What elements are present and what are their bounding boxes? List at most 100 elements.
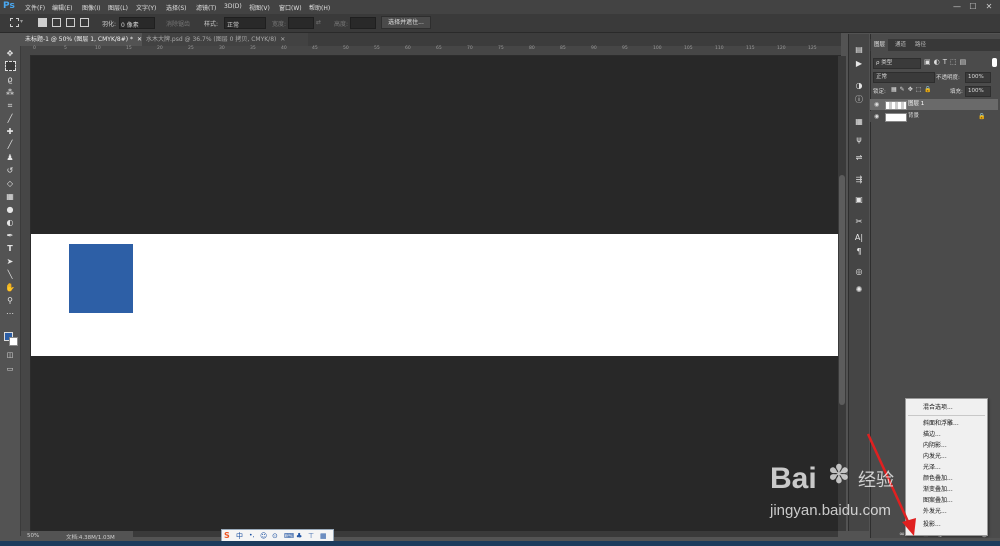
height-input[interactable] (350, 17, 376, 29)
properties-panel-icon[interactable]: ⇌ (853, 152, 865, 164)
document-canvas[interactable] (31, 234, 838, 356)
fill-input[interactable]: 100% (965, 86, 991, 97)
more-tools-icon[interactable]: ⋯ (4, 308, 16, 319)
menu-help[interactable]: 帮助(H) (309, 3, 330, 12)
menu-view[interactable]: 视图(V) (249, 3, 270, 12)
menu-select[interactable]: 选择(S) (166, 3, 187, 12)
dodge-tool-icon[interactable]: ◐ (4, 217, 16, 228)
maximize-button[interactable]: ☐ (966, 1, 980, 12)
tab-layers[interactable]: 图层 (871, 39, 889, 51)
chevron-down-icon[interactable]: ▾ (20, 18, 23, 25)
actions-panel-icon[interactable]: ▶ (853, 58, 865, 70)
tab-untitled-1[interactable]: 未标题-1 @ 50% (图层 1, CMYK/8#) * ✕ (21, 33, 147, 46)
path-selection-tool-icon[interactable]: ➤ (4, 256, 16, 267)
emoji-icon[interactable]: ☺ (260, 531, 267, 541)
vertical-scroll-thumb[interactable] (839, 175, 845, 405)
tool-presets-panel-icon[interactable]: ✂ (853, 216, 865, 228)
paragraph-panel-icon[interactable]: ¶ (853, 246, 865, 258)
lasso-tool-icon[interactable]: ϱ (4, 74, 16, 85)
menu-bevel-emboss[interactable]: 斜面和浮雕... (906, 418, 987, 429)
eyedropper-tool-icon[interactable]: ╱ (4, 113, 16, 124)
add-selection-icon[interactable] (52, 18, 61, 27)
sogou-logo[interactable]: S (224, 531, 230, 541)
glyphs-panel-icon[interactable]: ✺ (853, 284, 865, 296)
marquee-tool-icon[interactable] (5, 61, 16, 71)
crop-tool-icon[interactable]: ⌗ (4, 100, 16, 111)
skin-icon[interactable]: ♣ (296, 531, 302, 541)
blur-tool-icon[interactable]: ● (4, 204, 16, 215)
zoom-level[interactable]: 50% (27, 533, 39, 539)
menu-filter[interactable]: 滤镜(T) (196, 3, 216, 12)
background-color-swatch[interactable] (9, 337, 18, 346)
layer-row-layer1[interactable]: ◉ 图层 1 (870, 99, 998, 110)
select-and-mask-button[interactable]: 选择并遮住... (381, 16, 431, 29)
lock-icons[interactable]: ▦✎✥⬚🔒 (891, 86, 935, 93)
opacity-input[interactable]: 100% (965, 72, 991, 83)
ruler-tick-label: 10 (95, 46, 101, 51)
clone-stamp-tool-icon[interactable]: ♟ (4, 152, 16, 163)
brush-panel-icon[interactable]: ψ (853, 134, 865, 146)
screen-mode-icon[interactable]: ▭ (4, 364, 16, 375)
healing-brush-tool-icon[interactable]: ✚ (4, 126, 16, 137)
menu-edit[interactable]: 编辑(E) (52, 3, 72, 12)
subtract-selection-icon[interactable] (66, 18, 75, 27)
swap-icon[interactable]: ⇄ (316, 19, 321, 26)
layer-filter-select[interactable]: ρ 类型 (873, 58, 921, 69)
quick-mask-icon[interactable]: ◫ (4, 350, 16, 361)
3d-panel-icon[interactable]: ◎ (853, 266, 865, 278)
close-tab-icon[interactable]: ✕ (280, 36, 285, 43)
blend-mode-select[interactable]: 正常 (873, 72, 935, 83)
swatches-panel-icon[interactable]: ▦ (853, 116, 865, 128)
tab-paths[interactable]: 路径 (912, 39, 929, 51)
punctuation-icon[interactable]: •, (249, 531, 254, 541)
history-brush-tool-icon[interactable]: ↺ (4, 165, 16, 176)
magic-wand-tool-icon[interactable]: ⁂ (4, 87, 16, 98)
antialias-checkbox[interactable]: 消除锯齿 (166, 19, 190, 28)
minimize-button[interactable]: — (950, 1, 964, 12)
info-panel-icon[interactable]: ⓘ (853, 94, 865, 106)
hand-tool-icon[interactable]: ✋ (4, 282, 16, 293)
history-panel-icon[interactable]: ▤ (853, 44, 865, 56)
layer-row-background[interactable]: ◉ 背景 🔒 (870, 111, 998, 122)
filter-toggle[interactable] (992, 58, 997, 67)
feather-input[interactable]: 0 像素 (119, 17, 155, 29)
line-tool-icon[interactable]: ╲ (4, 269, 16, 280)
close-window-button[interactable]: ✕ (982, 1, 996, 12)
pen-tool-icon[interactable]: ✒ (4, 230, 16, 241)
style-select[interactable]: 正常 (224, 17, 266, 29)
visibility-eye-icon[interactable]: ◉ (874, 99, 879, 110)
ruler-tick-label: 60 (405, 46, 411, 51)
grid-menu-icon[interactable]: ▦ (320, 531, 327, 541)
character-panel-icon[interactable]: A| (853, 232, 865, 244)
keyboard-icon[interactable]: ⌨ (284, 531, 294, 541)
timeline-panel-icon[interactable]: ▣ (853, 194, 865, 206)
menu-blending-options[interactable]: 混合选项... (906, 402, 987, 413)
brush-tool-icon[interactable]: ╱ (4, 139, 16, 150)
new-selection-icon[interactable] (38, 18, 47, 27)
tab-channels[interactable]: 通道 (892, 39, 909, 51)
layer-filter-icons[interactable]: ▣◐T⬚▤ (924, 58, 969, 66)
eraser-tool-icon[interactable]: ◇ (4, 178, 16, 189)
tab-shuimu[interactable]: 水木大牌.psd @ 36.7% (图层 0 拷贝, CMYK/8) ✕ (142, 33, 308, 46)
menu-layer[interactable]: 图层(L) (108, 3, 128, 12)
clone-source-panel-icon[interactable]: ⇶ (853, 174, 865, 186)
zoom-tool-icon[interactable]: ⚲ (4, 295, 16, 306)
visibility-eye-icon[interactable]: ◉ (874, 111, 879, 122)
intersect-selection-icon[interactable] (80, 18, 89, 27)
type-tool-icon[interactable]: T (4, 243, 16, 254)
move-tool-icon[interactable]: ✥ (4, 48, 16, 59)
adjustments-panel-icon[interactable]: ◑ (853, 80, 865, 92)
menu-file[interactable]: 文件(F) (25, 3, 45, 12)
tshirt-icon[interactable]: ⊤ (308, 531, 314, 541)
gradient-tool-icon[interactable]: ▦ (4, 191, 16, 202)
mic-icon[interactable]: ⊙ (272, 531, 278, 541)
menu-type[interactable]: 文字(Y) (136, 3, 156, 12)
menu-image[interactable]: 图像(I) (82, 3, 100, 12)
width-input[interactable] (288, 17, 314, 29)
menu-window[interactable]: 窗口(W) (279, 3, 302, 12)
ruler-tick-label: 120 (777, 46, 786, 51)
ime-lang-toggle[interactable]: 中 (236, 531, 243, 541)
blue-square-layer[interactable] (69, 244, 133, 313)
marquee-preset-icon[interactable] (10, 18, 19, 27)
menu-3d[interactable]: 3D(D) (224, 3, 242, 10)
